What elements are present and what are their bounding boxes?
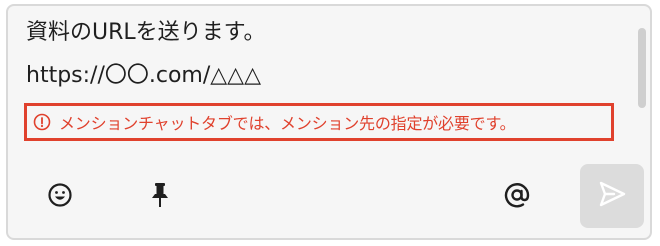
emoji-button[interactable]: [44, 181, 76, 213]
pin-button[interactable]: [144, 181, 176, 213]
warning-message: メンションチャットタブでは、メンション先の指定が必要です。: [59, 114, 516, 133]
info-circle-icon: [33, 113, 51, 131]
at-sign-icon: [503, 181, 531, 213]
send-icon: [597, 179, 627, 213]
mention-required-warning: メンションチャットタブでは、メンション先の指定が必要です。: [24, 103, 614, 141]
smiley-icon: [47, 182, 73, 212]
mention-button[interactable]: [501, 181, 533, 213]
scrollbar[interactable]: [638, 28, 646, 108]
pin-icon: [149, 181, 171, 213]
message-text-line-1[interactable]: 資料のURLを送ります。: [26, 19, 265, 47]
message-composer: 資料のURLを送ります。 https://〇〇.com/△△△ メンションチャッ…: [6, 4, 652, 240]
send-button[interactable]: [580, 164, 644, 228]
message-text-line-2[interactable]: https://〇〇.com/△△△: [26, 62, 261, 90]
